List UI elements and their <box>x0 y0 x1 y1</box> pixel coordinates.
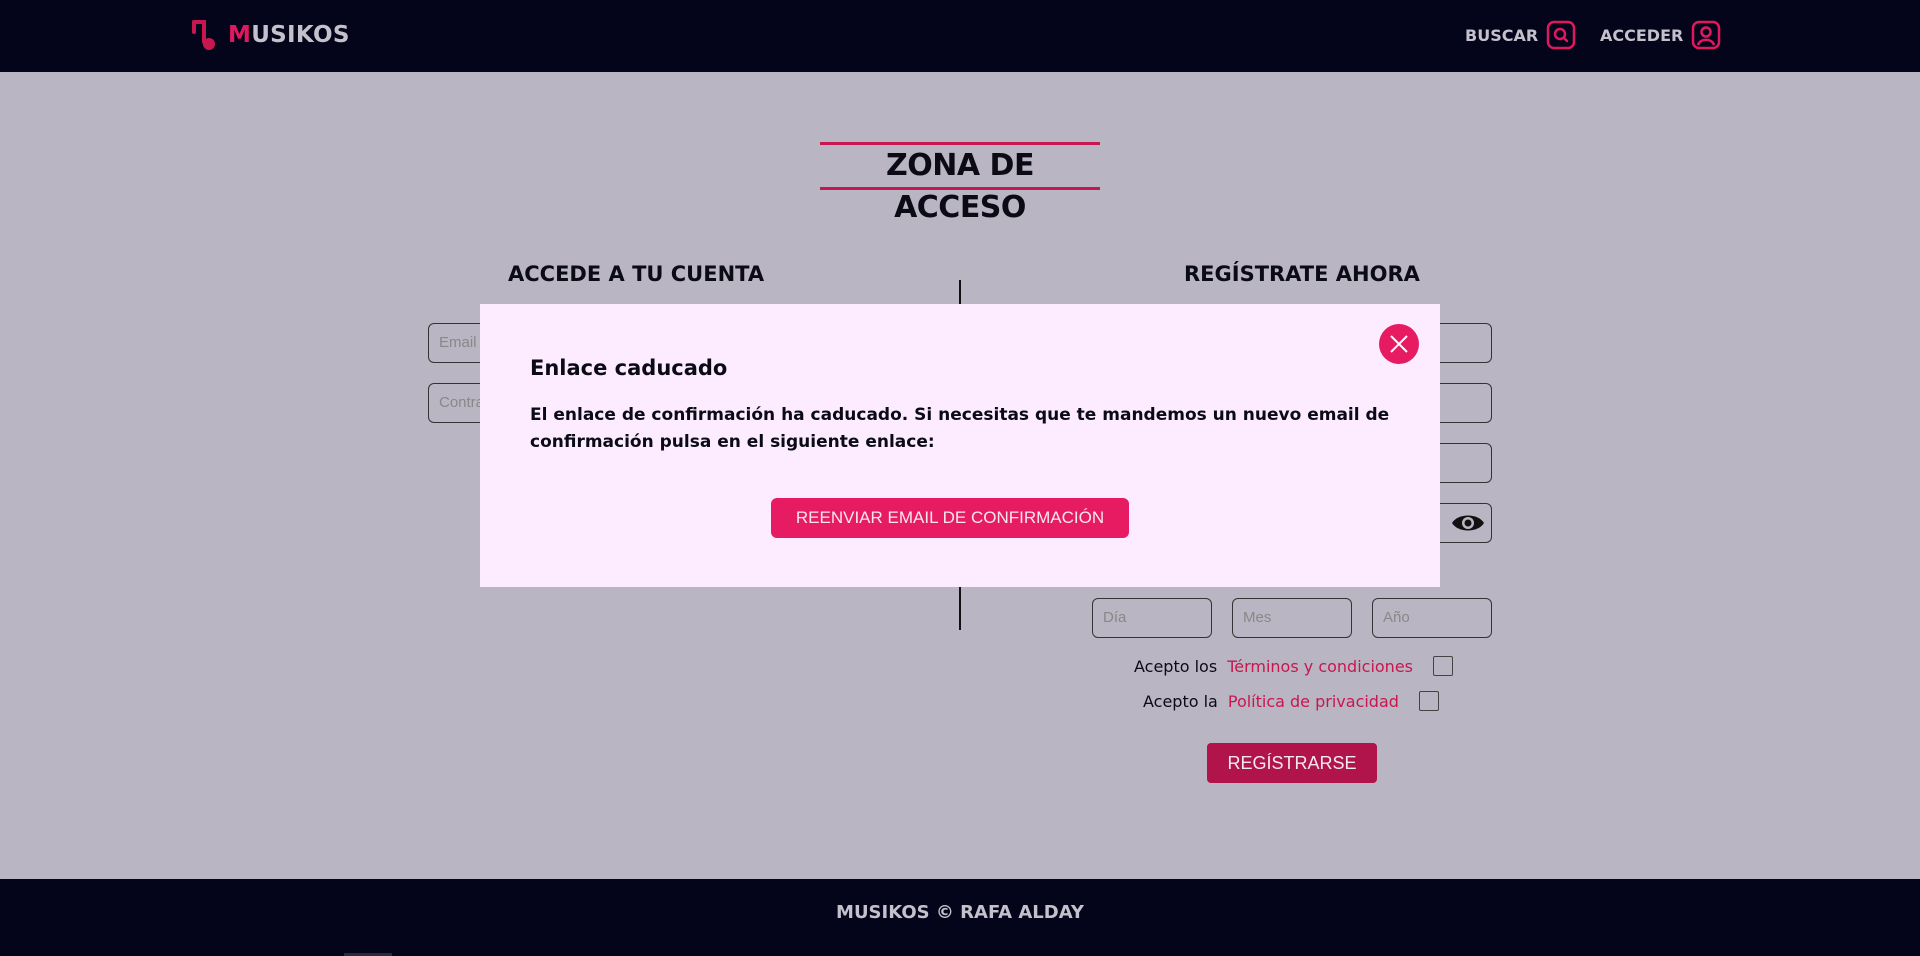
terms-prefix: Acepto los <box>1134 656 1218 676</box>
logo-text: MUSIKOS <box>228 22 350 48</box>
resend-email-button[interactable]: REENVIAR EMAIL DE CONFIRMACIÓN <box>771 498 1129 538</box>
register-section-title: REGÍSTRATE AHORA <box>1184 262 1420 286</box>
nav-search-label: BUSCAR <box>1465 25 1539 45</box>
nav-login[interactable]: ACCEDER <box>1600 18 1721 52</box>
privacy-link[interactable]: Política de privacidad <box>1228 692 1399 711</box>
page-title: ZONA DE ACCESO <box>820 142 1100 225</box>
logo[interactable]: MUSIKOS <box>190 18 350 52</box>
birth-month-field[interactable]: Mes <box>1232 598 1352 638</box>
close-icon <box>1390 335 1408 353</box>
privacy-prefix: Acepto la <box>1143 691 1218 711</box>
register-button[interactable]: REGÍSTRARSE <box>1207 743 1377 783</box>
terms-link[interactable]: Términos y condiciones <box>1227 657 1413 676</box>
birth-year-field[interactable]: Año <box>1372 598 1492 638</box>
expired-link-modal: Enlace caducado El enlace de confirmació… <box>480 304 1440 587</box>
modal-title: Enlace caducado <box>530 356 728 380</box>
footer-text: MUSIKOS © RAFA ALDAY <box>836 902 1084 923</box>
eye-icon[interactable] <box>1450 510 1486 536</box>
birth-day-field[interactable]: Día <box>1092 598 1212 638</box>
top-header: MUSIKOS BUSCAR ACCEDER <box>0 0 1920 72</box>
nav-login-label: ACCEDER <box>1600 25 1684 45</box>
terms-row: Acepto los Términos y condiciones <box>1134 654 1453 678</box>
close-button[interactable] <box>1379 324 1419 364</box>
user-icon <box>1692 20 1721 50</box>
privacy-checkbox[interactable] <box>1418 691 1439 711</box>
modal-message: El enlace de confirmación ha caducado. S… <box>530 405 1390 452</box>
nav-search[interactable]: BUSCAR <box>1465 18 1576 52</box>
privacy-row: Acepto la Política de privacidad <box>1143 689 1439 713</box>
terms-checkbox[interactable] <box>1433 656 1453 676</box>
login-section-title: ACCEDE A TU CUENTA <box>508 262 765 286</box>
search-icon <box>1546 20 1576 50</box>
music-note-icon <box>192 20 215 50</box>
